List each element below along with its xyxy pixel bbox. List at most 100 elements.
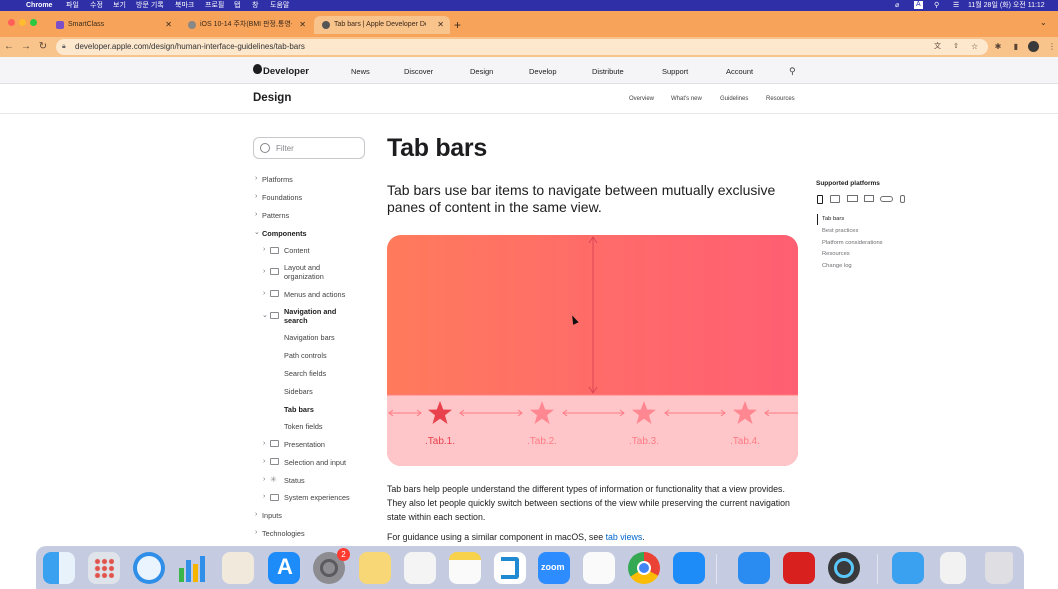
notes-yellow-icon[interactable] [449, 552, 481, 584]
sidebar-item-navigation-bars[interactable]: Navigation bars [284, 333, 335, 342]
vision-icon[interactable] [880, 196, 893, 202]
textedit-icon[interactable] [222, 552, 254, 584]
menu-history[interactable]: 방문 기록 [136, 0, 164, 11]
close-tab-icon[interactable]: ✕ [437, 16, 444, 34]
wifi-off-icon[interactable]: ⌀ [895, 0, 899, 11]
folder-icon[interactable] [892, 552, 924, 584]
nav-news[interactable]: News [351, 67, 370, 76]
address-bar[interactable]: 🔒︎ developer.apple.com/design/human-inte… [56, 39, 988, 55]
menu-edit[interactable]: 수정 [90, 0, 103, 11]
sidebar-item-technologies[interactable]: Technologies [262, 529, 305, 538]
tab-search-chevron-icon[interactable]: ⌄ [1040, 18, 1047, 27]
toc-item-tab-bars[interactable]: Tab bars [822, 216, 844, 222]
sidebar-item-menus[interactable]: Menus and actions [284, 290, 345, 299]
trash-icon[interactable] [985, 552, 1013, 584]
menu-profile[interactable]: 프로필 [205, 0, 224, 11]
sidebar-item-foundations[interactable]: Foundations [262, 193, 302, 202]
chevron-right-icon[interactable]: › [263, 246, 265, 253]
script-editor-icon[interactable] [404, 552, 436, 584]
reminders-icon[interactable] [583, 552, 615, 584]
local-nav-whats-new[interactable]: What's new [671, 96, 702, 102]
extensions-icon[interactable]: ✱ [992, 40, 1004, 54]
clock[interactable]: 11월 28일 (화) 오전 11:12 [968, 0, 1045, 11]
numbers-icon[interactable] [177, 552, 209, 584]
nav-support[interactable]: Support [662, 67, 688, 76]
nav-develop[interactable]: Develop [529, 67, 557, 76]
app-menu[interactable]: Chrome [26, 0, 52, 11]
finder-icon[interactable] [43, 552, 75, 584]
zoom-icon[interactable]: zoom [538, 552, 570, 584]
sidebar-item-platforms[interactable]: Platforms [262, 175, 293, 184]
toc-item-change-log[interactable]: Change log [822, 263, 852, 269]
watch-icon[interactable] [900, 195, 905, 203]
share-icon[interactable]: ⇧ [953, 39, 959, 55]
xcode-icon[interactable] [673, 552, 705, 584]
menu-file[interactable]: 파일 [66, 0, 79, 11]
sidebar-item-token-fields[interactable]: Token fields [284, 422, 323, 431]
nav-account[interactable]: Account [726, 67, 753, 76]
chevron-right-icon[interactable]: › [263, 290, 265, 297]
sidebar-item-layout[interactable]: Layout and organization [284, 263, 344, 281]
back-icon[interactable]: ← [3, 39, 15, 55]
menu-tab[interactable]: 탭 [234, 0, 240, 11]
sidebar-section-components[interactable]: Components [262, 229, 307, 238]
chevron-right-icon[interactable]: › [263, 268, 265, 275]
archive-icon[interactable] [940, 552, 966, 584]
mac-icon[interactable] [847, 195, 858, 202]
chevron-right-icon[interactable]: › [263, 493, 265, 500]
sidebar-item-patterns[interactable]: Patterns [262, 211, 289, 220]
chrome-icon[interactable] [628, 552, 660, 584]
chrome-menu-icon[interactable]: ⋮ [1046, 40, 1058, 54]
side-panel-icon[interactable]: ▮ [1010, 40, 1022, 54]
sidebar-item-presentation[interactable]: Presentation [284, 440, 325, 449]
minimize-window-icon[interactable] [19, 19, 26, 26]
menu-window[interactable]: 창 [252, 0, 258, 11]
sidebar-item-sidebars[interactable]: Sidebars [284, 387, 313, 396]
sidebar-item-selection[interactable]: Selection and input [284, 458, 346, 467]
chevron-right-icon[interactable]: › [255, 511, 257, 518]
toc-item-platform-considerations[interactable]: Platform considerations [822, 240, 883, 246]
menu-bookmarks[interactable]: 북마크 [175, 0, 194, 11]
safari-icon[interactable] [133, 552, 165, 584]
sidebar-item-status[interactable]: Status [284, 476, 305, 485]
chevron-right-icon[interactable]: › [255, 175, 257, 182]
launchpad-icon[interactable] [88, 552, 120, 584]
forward-icon[interactable]: → [20, 39, 32, 55]
spotlight-icon[interactable]: ⚲ [934, 0, 939, 11]
acrobat-icon[interactable] [783, 552, 815, 584]
local-nav-guidelines[interactable]: Guidelines [720, 96, 748, 102]
quicktime-icon[interactable] [828, 552, 860, 584]
local-nav-title[interactable]: Design [253, 92, 291, 104]
local-nav-overview[interactable]: Overview [629, 96, 654, 102]
local-nav-resources[interactable]: Resources [766, 96, 795, 102]
iphone-icon[interactable] [817, 195, 823, 204]
reload-icon[interactable]: ↻ [37, 39, 49, 55]
chevron-right-icon[interactable]: › [263, 440, 265, 447]
close-window-icon[interactable] [8, 19, 15, 26]
chevron-right-icon[interactable]: › [255, 193, 257, 200]
sidebar-item-navigation[interactable]: Navigation and search [284, 307, 348, 325]
nav-design[interactable]: Design [470, 67, 493, 76]
input-source-icon[interactable]: A [914, 1, 923, 9]
tab-views-link[interactable]: tab views [606, 532, 643, 542]
zoom-window-icon[interactable] [30, 19, 37, 26]
app-store-icon[interactable]: A [268, 552, 300, 584]
control-center-icon[interactable]: ☰ [953, 0, 959, 11]
toc-item-best-practices[interactable]: Best practices [822, 228, 858, 234]
sidebar-item-content[interactable]: Content [284, 246, 310, 255]
profile-avatar[interactable] [1028, 41, 1039, 52]
nav-distribute[interactable]: Distribute [592, 67, 624, 76]
developer-brand[interactable]: Developer [263, 66, 309, 77]
new-tab-icon[interactable]: + [454, 16, 461, 34]
browser-tab-active[interactable]: Tab bars | Apple Developer Do... ✕ [314, 16, 450, 34]
sidebar-item-tab-bars[interactable]: Tab bars [284, 405, 314, 414]
vscode-icon[interactable] [494, 552, 526, 584]
search-icon[interactable]: ⚲ [789, 66, 796, 77]
notes-icon[interactable] [359, 552, 391, 584]
tv-icon[interactable] [864, 195, 874, 202]
chevron-down-icon[interactable]: ⌄ [254, 228, 260, 236]
sidebar-item-system[interactable]: System experiences [284, 493, 350, 502]
ipad-icon[interactable] [830, 195, 840, 203]
toc-item-resources[interactable]: Resources [822, 251, 850, 257]
close-tab-icon[interactable]: ✕ [165, 16, 172, 34]
